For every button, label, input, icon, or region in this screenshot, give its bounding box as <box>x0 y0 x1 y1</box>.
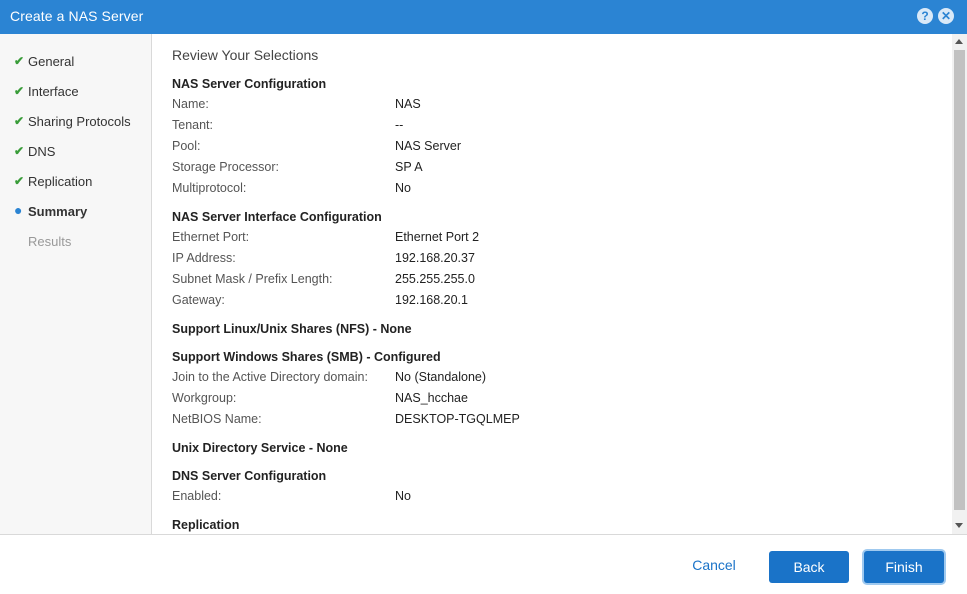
step-label: Results <box>28 234 72 249</box>
field-label: Gateway: <box>172 293 225 307</box>
dialog-title: Create a NAS Server <box>10 8 144 24</box>
checkmark-icon: ✔ <box>14 144 25 158</box>
summary-row: Storage Processor: SP A <box>172 160 932 180</box>
field-value: Ethernet Port 2 <box>395 230 480 244</box>
step-label: Summary <box>28 204 88 219</box>
summary-panel[interactable]: Review Your Selections NAS Server Config… <box>152 34 952 534</box>
section-interface-config-title: NAS Server Interface Configuration <box>172 210 382 224</box>
field-value: -- <box>395 118 404 132</box>
help-icon[interactable]: ? <box>917 8 933 24</box>
dialog-titlebar: Create a NAS Server ? ✕ <box>0 0 967 34</box>
step-label: Replication <box>28 174 93 189</box>
field-label: Multiprotocol: <box>172 181 247 195</box>
summary-row: Subnet Mask / Prefix Length: 255.255.255… <box>172 272 932 292</box>
section-replication-title: Replication <box>172 518 240 532</box>
step-results: Results <box>0 232 151 254</box>
current-step-dot-icon: ● <box>14 202 23 218</box>
field-value: DESKTOP-TGQLMEP <box>395 412 520 426</box>
field-label: Pool: <box>172 139 201 153</box>
section-nfs-title: Support Linux/Unix Shares (NFS) - None <box>172 322 412 336</box>
field-value: NAS <box>395 97 421 111</box>
summary-row: Ethernet Port: Ethernet Port 2 <box>172 230 932 250</box>
checkmark-icon: ✔ <box>14 54 25 68</box>
step-sharing-protocols[interactable]: ✔ Sharing Protocols <box>0 112 151 134</box>
summary-row: IP Address: 192.168.20.37 <box>172 251 932 271</box>
field-value: 192.168.20.37 <box>395 251 475 265</box>
finish-button[interactable]: Finish <box>864 551 944 583</box>
field-value: 192.168.20.1 <box>395 293 468 307</box>
field-value: NAS Server <box>395 139 461 153</box>
field-label: Subnet Mask / Prefix Length: <box>172 272 333 286</box>
cancel-button[interactable]: Cancel <box>683 557 745 573</box>
step-summary[interactable]: ● Summary <box>0 202 151 224</box>
field-label: Enabled: <box>172 489 222 503</box>
section-unix-directory-title: Unix Directory Service - None <box>172 441 348 455</box>
step-replication[interactable]: ✔ Replication <box>0 172 151 194</box>
field-value: SP A <box>395 160 423 174</box>
field-label: Storage Processor: <box>172 160 279 174</box>
field-value: 255.255.255.0 <box>395 272 475 286</box>
step-label: Interface <box>28 84 79 99</box>
scroll-up-arrow-icon[interactable] <box>955 39 963 44</box>
field-value: No <box>395 181 411 195</box>
back-button[interactable]: Back <box>769 551 849 583</box>
summary-row: Enabled: No <box>172 489 932 509</box>
field-label: Join to the Active Directory domain: <box>172 370 368 384</box>
summary-row: Name: NAS <box>172 97 932 117</box>
summary-row: Tenant: -- <box>172 118 932 138</box>
field-value: NAS_hcchae <box>395 391 468 405</box>
field-label: Name: <box>172 97 209 111</box>
field-value: No <box>395 489 411 503</box>
field-value: No (Standalone) <box>395 370 487 384</box>
dialog-footer: Cancel Back Finish <box>0 534 967 594</box>
scroll-down-arrow-icon[interactable] <box>955 523 963 528</box>
step-label: DNS <box>28 144 56 159</box>
close-icon[interactable]: ✕ <box>938 8 954 24</box>
checkmark-icon: ✔ <box>14 114 25 128</box>
summary-row: Multiprotocol: No <box>172 181 932 201</box>
summary-row: Pool: NAS Server <box>172 139 932 159</box>
checkmark-icon: ✔ <box>14 84 25 98</box>
field-label: Tenant: <box>172 118 214 132</box>
summary-row: Workgroup: NAS_hcchae <box>172 391 932 411</box>
section-dns-title: DNS Server Configuration <box>172 469 327 483</box>
summary-row: Gateway: 192.168.20.1 <box>172 293 932 313</box>
step-interface[interactable]: ✔ Interface <box>0 82 151 104</box>
field-label: NetBIOS Name: <box>172 412 262 426</box>
section-smb-title: Support Windows Shares (SMB) - Configure… <box>172 350 441 364</box>
field-label: Ethernet Port: <box>172 230 250 244</box>
wizard-steps-sidebar: ✔ General ✔ Interface ✔ Sharing Protocol… <box>0 34 152 534</box>
checkmark-icon: ✔ <box>14 174 25 188</box>
field-label: Workgroup: <box>172 391 237 405</box>
summary-row: NetBIOS Name: DESKTOP-TGQLMEP <box>172 412 932 432</box>
scrollbar-thumb[interactable] <box>954 50 965 510</box>
step-general[interactable]: ✔ General <box>0 52 151 74</box>
section-nas-config-title: NAS Server Configuration <box>172 77 327 91</box>
step-label: Sharing Protocols <box>28 114 131 129</box>
summary-row: Join to the Active Directory domain: No … <box>172 370 932 390</box>
page-title: Review Your Selections <box>172 47 319 63</box>
step-dns[interactable]: ✔ DNS <box>0 142 151 164</box>
vertical-scrollbar[interactable] <box>952 34 967 534</box>
step-label: General <box>28 54 75 69</box>
field-label: IP Address: <box>172 251 236 265</box>
